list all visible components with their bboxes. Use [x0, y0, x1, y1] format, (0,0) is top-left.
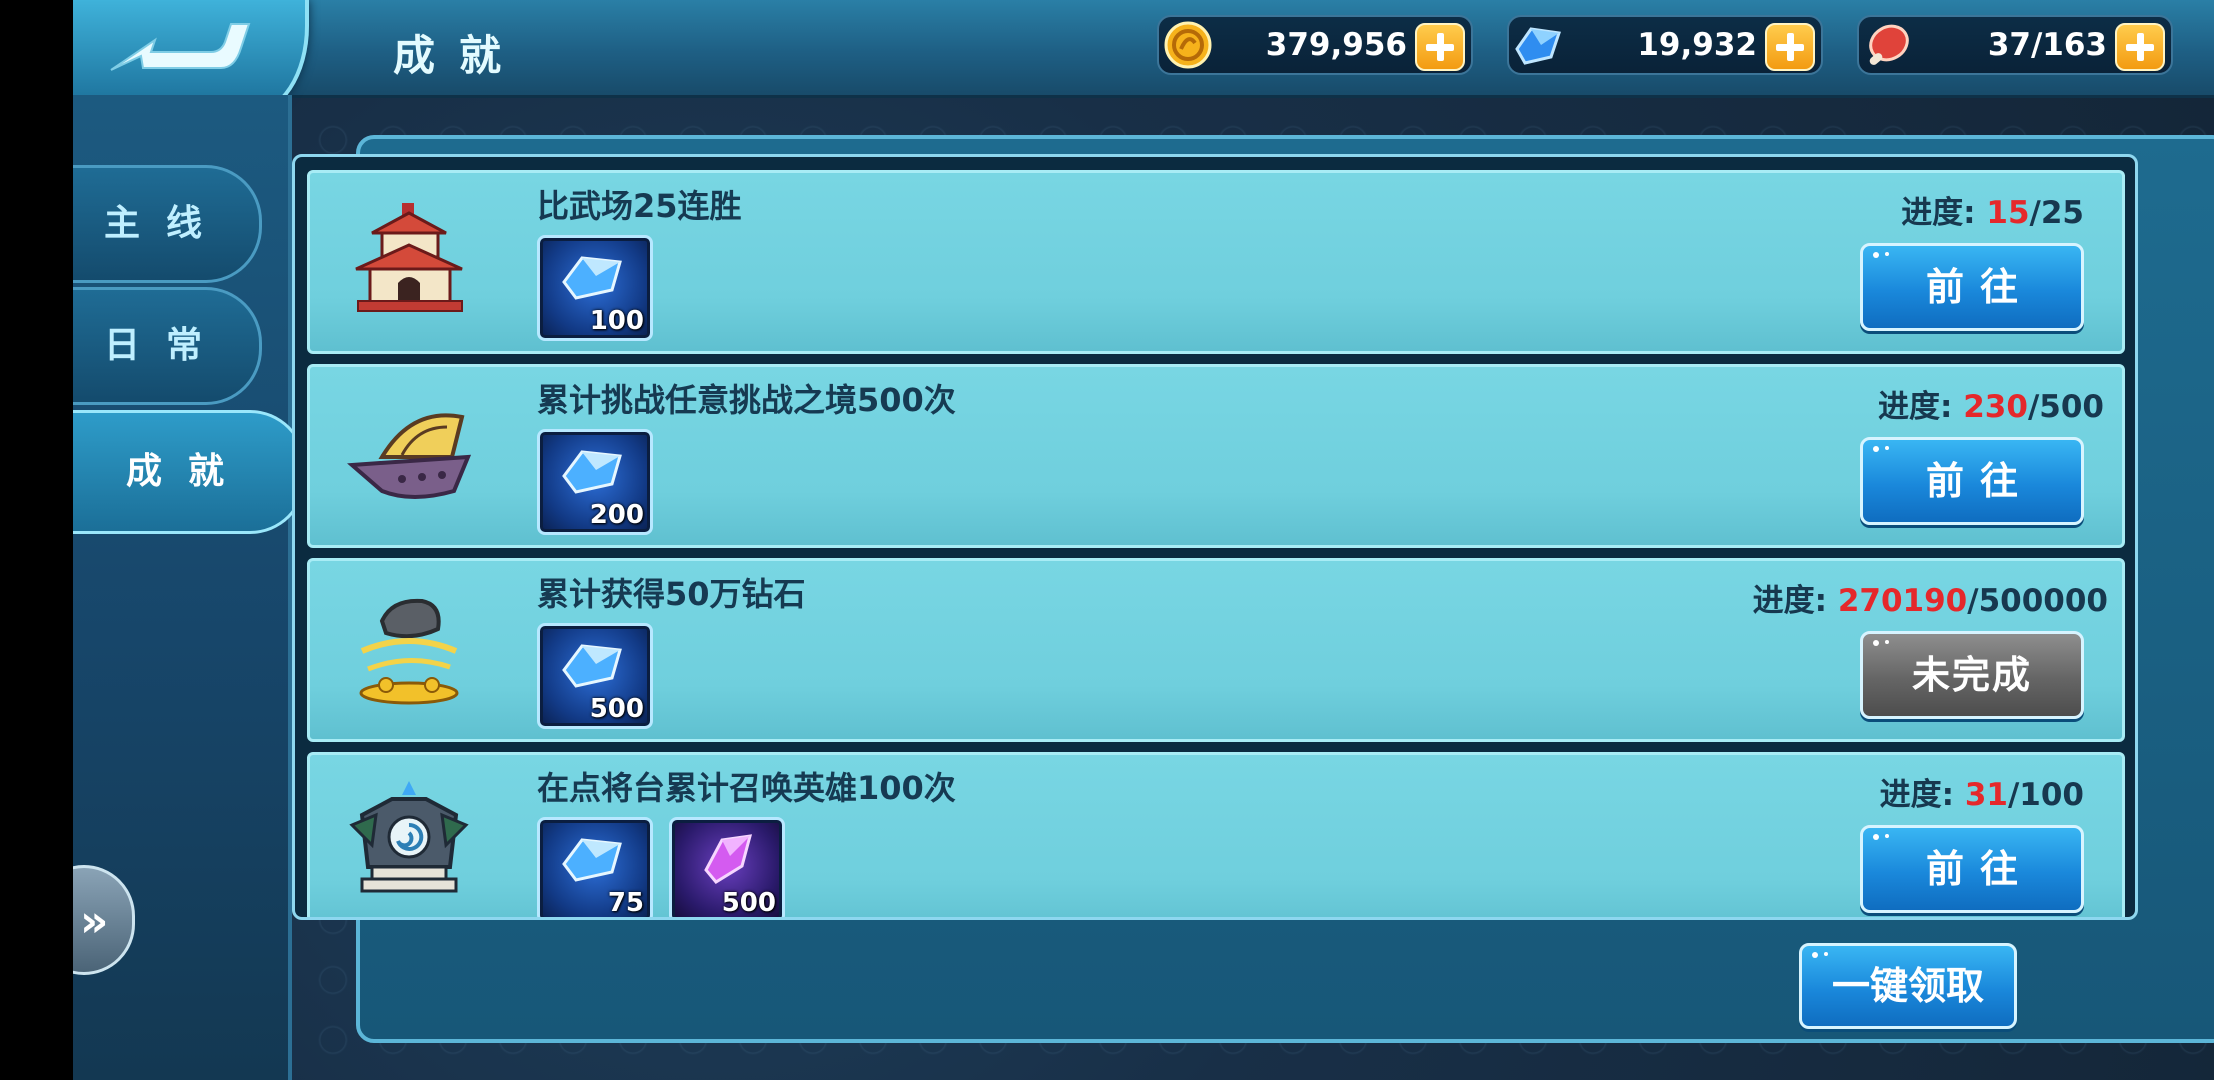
- progress-current: 31: [1964, 777, 2008, 813]
- diamond-icon: [562, 256, 622, 300]
- purple-crystal-icon: [704, 834, 753, 884]
- reward-item[interactable]: 500: [537, 623, 653, 729]
- progress-label: 进度:: [1901, 195, 1976, 231]
- incomplete-button[interactable]: 未完成: [1860, 631, 2084, 719]
- achievement-list[interactable]: 比武场25连胜 100 进度: 15/25 前往 累计挑战任意挑战之境500次 …: [292, 154, 2138, 920]
- progress-current: 270190: [1837, 583, 1968, 619]
- tab-achievement[interactable]: 成就: [73, 410, 306, 534]
- achievement-name: 在点将台累计召唤英雄100次: [537, 769, 956, 807]
- summon-altar-icon: [342, 775, 477, 910]
- tab-daily[interactable]: 日常: [73, 287, 262, 405]
- gold-coin-icon: [1161, 19, 1215, 71]
- go-button[interactable]: 前往: [1860, 243, 2084, 331]
- stamina-resource: 37/163: [1857, 15, 2173, 75]
- sparkle-dots-icon: [1873, 640, 1889, 646]
- page-title: 成就: [393, 31, 526, 80]
- progress-label: 进度:: [1878, 389, 1953, 425]
- progress-text: 进度: 230/500: [1878, 381, 2104, 426]
- claim-all-label: 一键领取: [1831, 964, 1984, 1008]
- progress-label: 进度:: [1752, 583, 1828, 619]
- progress-text: 进度: 270190/500000: [1753, 575, 2108, 620]
- meat-icon: [1861, 19, 1915, 71]
- progress-total: /500: [2027, 389, 2104, 425]
- reward-item[interactable]: 500: [669, 817, 785, 918]
- sparkle-dots-icon: [1812, 952, 1828, 958]
- treasure-pile-icon: [342, 581, 477, 716]
- achievement-row: 在点将台累计召唤英雄100次 75 500 进度: 31/100 前往: [307, 752, 2125, 918]
- go-button-label: 前往: [1925, 265, 2034, 309]
- dragon-boat-icon: [342, 387, 477, 522]
- add-diamond-button[interactable]: [1765, 23, 1815, 71]
- tab-main-quest[interactable]: 主线: [73, 165, 262, 283]
- progress-current: 15: [1986, 195, 2030, 231]
- go-button-label: 前往: [1925, 459, 2034, 503]
- achievement-row: 比武场25连胜 100 进度: 15/25 前往: [307, 170, 2125, 354]
- go-button-label: 前往: [1925, 847, 2034, 891]
- expand-side-button[interactable]: »: [73, 865, 135, 975]
- sidebar: 主线 日常 成就 »: [73, 95, 306, 1080]
- arena-pavilion-icon: [342, 193, 477, 328]
- diamond-icon: [562, 644, 622, 688]
- incomplete-button-label: 未完成: [1911, 653, 2032, 697]
- reward-count: 75: [607, 888, 644, 918]
- sparkle-dots-icon: [1873, 252, 1889, 258]
- reward-count: 500: [589, 694, 644, 724]
- achievement-row: 累计挑战任意挑战之境500次 200 进度: 230/500 前往: [307, 364, 2125, 548]
- sparkle-dots-icon: [1873, 834, 1889, 840]
- achievement-name: 比武场25连胜: [537, 187, 742, 225]
- progress-label: 进度:: [1879, 777, 1955, 813]
- add-gold-button[interactable]: [1415, 23, 1465, 71]
- reward-count: 100: [589, 306, 644, 336]
- progress-text: 进度: 15/25: [1901, 187, 2084, 232]
- diamond-resource: 19,932: [1507, 15, 1823, 75]
- gold-value: 379,956: [1265, 27, 1407, 63]
- add-stamina-button[interactable]: [2115, 23, 2165, 71]
- stamina-value: 37/163: [1987, 27, 2107, 63]
- progress-text: 进度: 31/100: [1880, 769, 2084, 814]
- achievement-name: 累计获得50万钻石: [537, 575, 806, 613]
- sparkle-dots-icon: [1873, 446, 1889, 452]
- claim-all-button[interactable]: 一键领取: [1799, 943, 2017, 1029]
- reward-count: 200: [589, 500, 644, 530]
- reward-item[interactable]: 200: [537, 429, 653, 535]
- double-chevron-right-icon: »: [80, 896, 109, 947]
- progress-current: 230: [1963, 389, 2028, 425]
- back-arrow-icon: [110, 23, 251, 71]
- progress-total: /500000: [1967, 583, 2108, 619]
- achievement-row: 累计获得50万钻石 500 进度: 270190/500000 未完成: [307, 558, 2125, 742]
- progress-total: /100: [2007, 777, 2084, 813]
- diamond-icon: [562, 838, 622, 882]
- diamond-icon: [562, 450, 622, 494]
- gold-resource: 379,956: [1157, 15, 1473, 75]
- reward-count: 500: [721, 888, 776, 918]
- progress-total: /25: [2029, 195, 2084, 231]
- achievement-name: 累计挑战任意挑战之境500次: [537, 381, 956, 419]
- go-button[interactable]: 前往: [1860, 437, 2084, 525]
- go-button[interactable]: 前往: [1860, 825, 2084, 913]
- diamond-value: 19,932: [1637, 27, 1757, 63]
- diamond-icon: [1511, 19, 1565, 71]
- reward-item[interactable]: 75: [537, 817, 653, 918]
- reward-item[interactable]: 100: [537, 235, 653, 341]
